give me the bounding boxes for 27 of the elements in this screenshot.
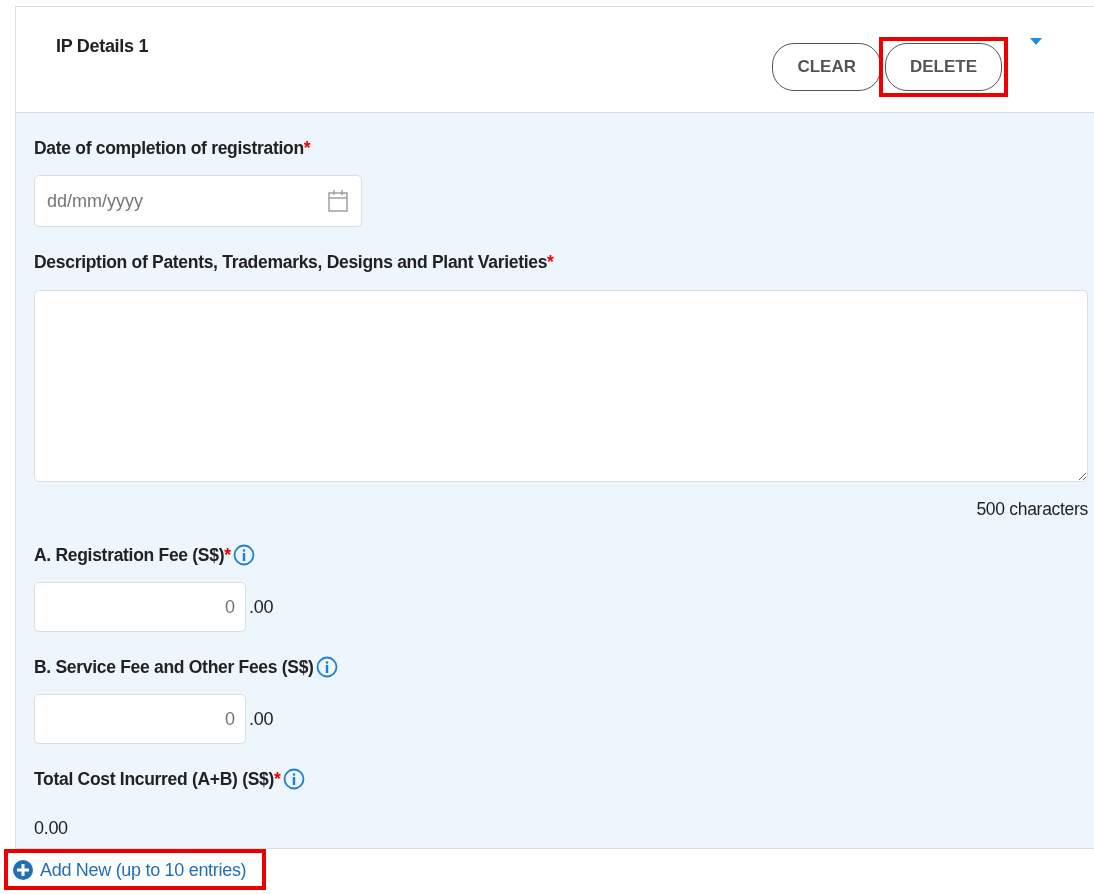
info-icon[interactable] [282, 768, 305, 791]
field-label: B. Service Fee and Other Fees (S$) [34, 656, 314, 679]
caret-icon[interactable] [1030, 38, 1042, 46]
total-value: 0.00 [34, 816, 69, 840]
panel-title: IP Details 1 [56, 35, 150, 58]
delete-button[interactable]: DELETE [884, 43, 1002, 91]
description-field[interactable] [34, 289, 1088, 482]
required-asterisk: * [303, 137, 311, 160]
date-field[interactable]: dd/mm/yyyy [34, 175, 362, 228]
field-label: Description of Patents, Trademarks, Designs and Plant Varieties [34, 251, 548, 275]
required-asterisk: * [274, 768, 281, 792]
amount-field[interactable]: 0 [34, 582, 246, 632]
decimal-suffix: .00 [249, 595, 274, 619]
add-icon [12, 859, 34, 881]
info-icon[interactable] [232, 543, 255, 566]
clear-button[interactable]: CLEAR [772, 43, 881, 91]
calendar-icon[interactable] [328, 190, 348, 213]
field-label: Date of completion of registration [34, 137, 304, 160]
info-icon[interactable] [315, 656, 338, 679]
amount-field[interactable]: 0 [34, 694, 246, 745]
character-counter: 500 characters [975, 497, 1088, 521]
add-new-link[interactable]: Add New (up to 10 entries) [10, 854, 261, 884]
field-label: A. Registration Fee (S$) [34, 543, 225, 567]
decimal-suffix: .00 [249, 707, 274, 731]
required-asterisk: * [224, 543, 231, 567]
required-asterisk: * [547, 251, 554, 275]
field-label: Total Cost Incurred (A+B) (S$) [34, 768, 275, 792]
